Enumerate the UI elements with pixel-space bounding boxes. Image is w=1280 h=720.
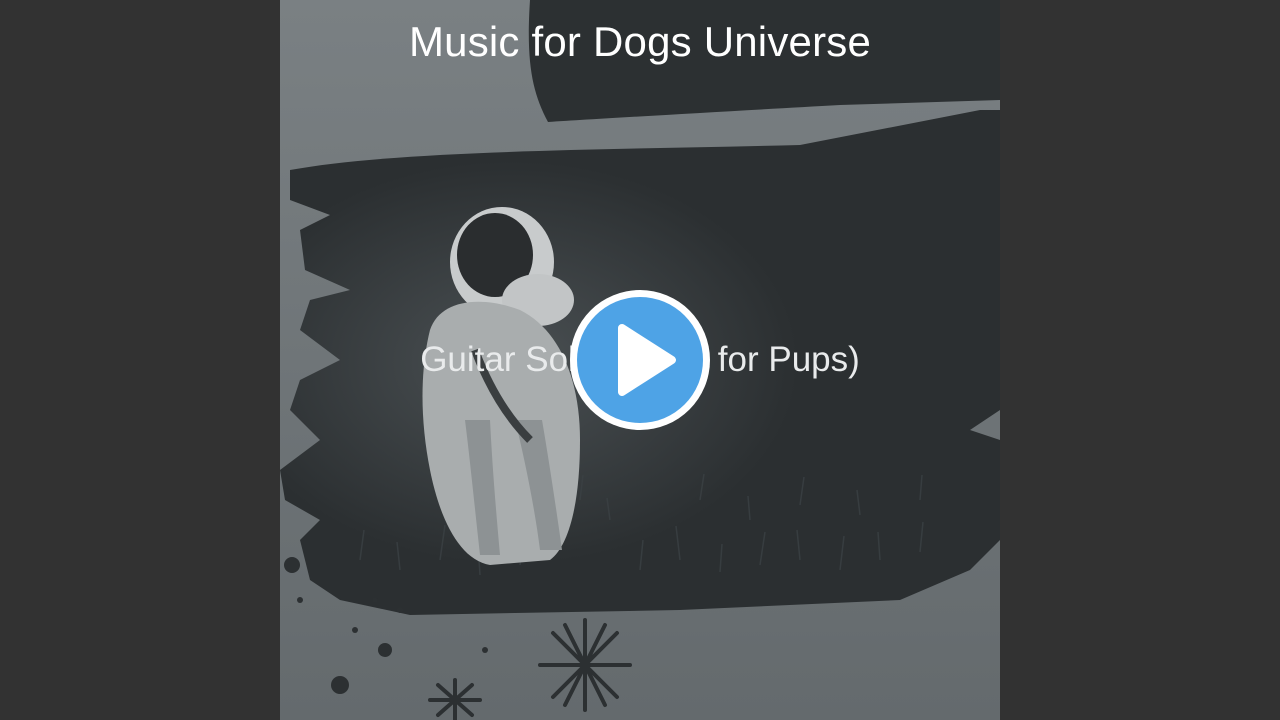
channel-title: Music for Dogs Universe [408, 18, 872, 65]
left-letterbox [0, 0, 280, 720]
play-button[interactable] [566, 286, 714, 434]
right-letterbox [1000, 0, 1280, 720]
play-icon[interactable] [566, 286, 714, 434]
